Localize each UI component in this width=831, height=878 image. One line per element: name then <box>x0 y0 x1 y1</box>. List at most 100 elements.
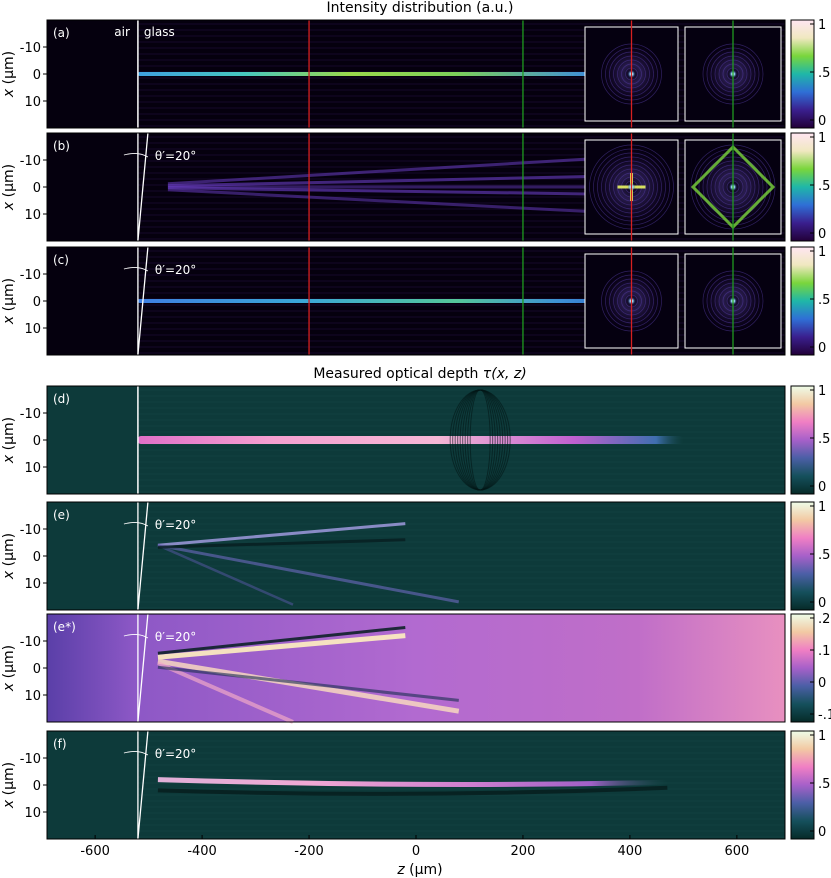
y-axis-unit: (μm) <box>1 645 17 683</box>
optical-depth-title: Measured optical depth τ(x, z) <box>313 366 526 382</box>
panel-label: (b) <box>53 139 70 153</box>
inset-green <box>684 20 782 128</box>
y-axis-unit: (μm) <box>1 417 17 455</box>
colorbar-tick-label: .5 <box>818 66 830 81</box>
panel-f: θ′=20° (f) -10 0 10 x (μm) 1 .5 0 <box>1 729 830 840</box>
colorbar-tick-label: 0 <box>818 227 826 242</box>
panel-b: θ′=20° (b) -10 0 10 x (μm) 1 .5 0 <box>1 131 830 242</box>
intensity-title: Intensity distribution (a.u.) <box>327 0 514 16</box>
glass-label: glass <box>144 25 175 39</box>
colorbar-tick-label: 0 <box>818 341 826 356</box>
y-tick-label: -10 <box>20 635 41 650</box>
y-axis-label: x (μm) <box>1 51 17 98</box>
y-axis-label: x (μm) <box>1 164 17 211</box>
x-tick-label: -400 <box>187 844 217 859</box>
figure: Intensity distribution (a.u.) Measured o… <box>1 0 831 878</box>
colorbar <box>790 501 815 611</box>
panel-label: (d) <box>53 392 70 406</box>
colorbar-tick-label: 1 <box>818 500 826 515</box>
x-tick-label: 600 <box>724 844 749 859</box>
inset-red <box>584 133 679 241</box>
y-axis-label: x (μm) <box>1 417 17 464</box>
colorbar-tick-label: .2 <box>818 612 830 627</box>
y-tick-label: 10 <box>24 208 41 223</box>
angle-label: θ′=20° <box>155 747 196 761</box>
y-tick-label: -10 <box>20 407 41 422</box>
colorbar-tick-label: 1 <box>818 384 826 399</box>
colorbar <box>790 730 815 840</box>
panel-e: θ′=20° (e) -10 0 10 x (μm) 1 .5 0 <box>1 500 830 611</box>
panel-e-star: θ′=20° (e*) -10 0 10 x (μm) .2 .1 0 -.1 <box>1 612 831 724</box>
y-tick-label: -10 <box>20 752 41 767</box>
y-axis-label: x (μm) <box>1 645 17 692</box>
y-tick-label: 0 <box>33 779 41 794</box>
panels-group: air glass(a)-10010x (μm)1.50θ′=20°(b)-100… <box>1 18 831 840</box>
colorbar-tick-label: 1 <box>818 245 826 260</box>
angle-label: θ′=20° <box>155 263 196 277</box>
colorbar-tick-label: 1 <box>818 729 826 744</box>
optical-depth-title-text: Measured optical depth <box>313 366 482 382</box>
y-tick-label: 10 <box>24 806 41 821</box>
colorbar <box>790 132 815 242</box>
angle-label: θ′=20° <box>155 630 196 644</box>
z-axis-label: z (μm) <box>396 862 442 878</box>
y-axis-label: x (μm) <box>1 533 17 580</box>
colorbar-tick-label: -.1 <box>818 708 831 723</box>
y-tick-label: -10 <box>20 523 41 538</box>
x-tick-label: 400 <box>617 844 642 859</box>
y-axis-unit: (μm) <box>1 762 17 800</box>
y-axis-unit: (μm) <box>1 51 17 89</box>
y-tick-label: 10 <box>24 95 41 110</box>
colorbar <box>790 246 815 356</box>
colorbar-tick-label: 1 <box>818 18 826 33</box>
y-tick-label: 10 <box>24 577 41 592</box>
y-axis-unit: (μm) <box>1 533 17 571</box>
optical-depth-title-math: τ(x, z) <box>483 366 527 382</box>
y-axis-label: x (μm) <box>1 278 17 325</box>
y-tick-label: -10 <box>20 154 41 169</box>
y-tick-label: 10 <box>24 461 41 476</box>
inset-red <box>584 247 679 355</box>
angle-label: θ′=20° <box>155 518 196 532</box>
panel-label: (e*) <box>53 620 76 634</box>
panel-label: (f) <box>53 737 67 751</box>
x-tick-label: -600 <box>80 844 110 859</box>
inset-green <box>684 247 782 355</box>
colorbar-tick-label: .5 <box>818 432 830 447</box>
y-tick-label: 0 <box>33 662 41 677</box>
x-tick-label: 200 <box>511 844 536 859</box>
y-tick-label: -10 <box>20 268 41 283</box>
colorbar-tick-label: 0 <box>818 825 826 840</box>
colorbar-tick-label: 0 <box>818 480 826 495</box>
colorbar-tick-label: 1 <box>818 131 826 146</box>
inset-green <box>684 133 782 241</box>
angle-label: θ′=20° <box>155 149 196 163</box>
y-axis-label: x (μm) <box>1 762 17 809</box>
y-axis-unit: (μm) <box>1 164 17 202</box>
y-tick-label: 0 <box>33 434 41 449</box>
colorbar <box>790 19 815 129</box>
y-tick-label: 0 <box>33 295 41 310</box>
panel-d: (d) -10 0 10 x (μm) 1 .5 0 <box>1 384 830 495</box>
colorbar-tick-label: .5 <box>818 548 830 563</box>
y-axis-unit: (μm) <box>1 278 17 316</box>
air-label: air <box>114 25 130 39</box>
panel-label: (e) <box>53 508 70 522</box>
colorbar-tick-label: 0 <box>818 114 826 129</box>
x-tick-label: 0 <box>412 844 420 859</box>
colorbar-tick-label: .5 <box>818 777 830 792</box>
y-tick-label: -10 <box>20 41 41 56</box>
panel-label: (a) <box>53 26 70 40</box>
colorbar-tick-label: .5 <box>818 179 830 194</box>
colorbar-tick-label: .1 <box>818 644 830 659</box>
colorbar <box>790 613 815 723</box>
colorbar-tick-label: 0 <box>818 676 826 691</box>
y-tick-label: 10 <box>24 322 41 337</box>
y-tick-label: 0 <box>33 68 41 83</box>
panel-label: (c) <box>53 253 69 267</box>
panel-a: air glass (a) -10 0 10 x (μm) 1 .5 0 <box>1 18 830 129</box>
colorbar-tick-label: 0 <box>818 596 826 611</box>
panel-c: θ′=20° (c) -10 0 10 x (μm) 1 .5 0 <box>1 245 830 356</box>
z-axis-unit: (μm) <box>405 862 443 878</box>
colorbar-tick-label: .5 <box>818 293 830 308</box>
